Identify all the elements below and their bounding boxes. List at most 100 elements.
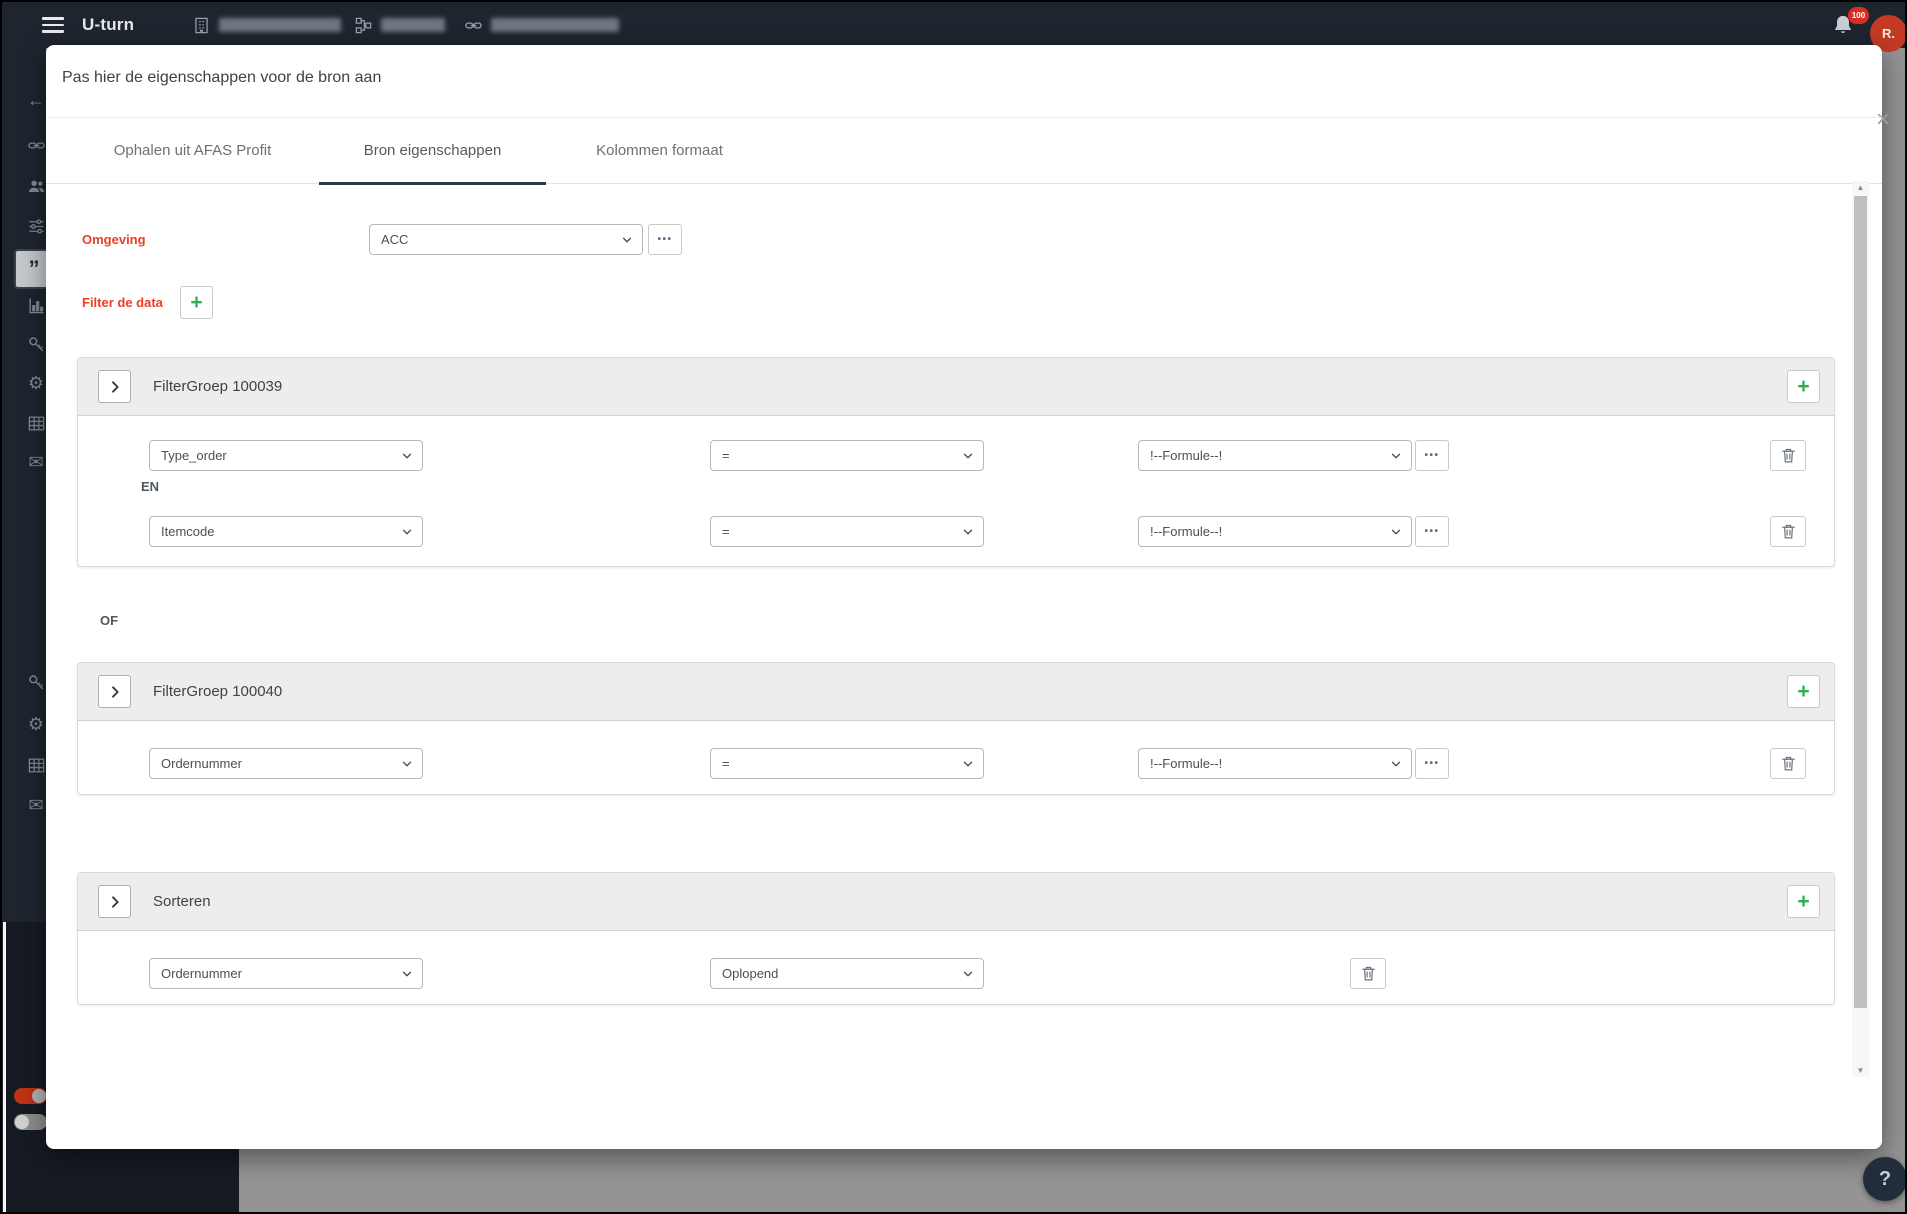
delete-sort-row-button[interactable]	[1350, 958, 1386, 989]
nav-item-link[interactable]	[464, 2, 619, 48]
hierarchy-icon	[354, 16, 373, 35]
sidebar-item-settings-2[interactable]: ⚙	[24, 712, 46, 736]
sidebar-item-quotes-selected[interactable]: ”	[14, 249, 46, 289]
field-select-value: Itemcode	[161, 524, 215, 539]
delete-row-button[interactable]	[1770, 516, 1806, 547]
chevron-right-icon	[107, 379, 123, 395]
toggle-knob	[32, 1089, 46, 1103]
sidebar-item-connections[interactable]	[24, 133, 46, 157]
redacted-text	[219, 18, 341, 32]
expand-button[interactable]	[98, 885, 131, 918]
chevron-down-icon	[1389, 757, 1403, 771]
sidebar-item-mail-2[interactable]: ✉	[24, 793, 46, 817]
omgeving-more-button[interactable]: •••	[648, 224, 682, 255]
field-select[interactable]: Ordernummer	[149, 748, 423, 779]
value-select-value: !--Formule--!	[1150, 756, 1223, 771]
nav-item-products[interactable]	[354, 2, 445, 48]
table-icon	[27, 756, 46, 775]
sort-field-select[interactable]: Ordernummer	[149, 958, 423, 989]
link-icon	[464, 16, 483, 35]
sidebar-item-back[interactable]: ←	[24, 88, 46, 112]
field-select[interactable]: Type_order	[149, 440, 423, 471]
chevron-down-icon	[1389, 525, 1403, 539]
filter-de-data-label: Filter de data	[82, 295, 163, 310]
scroll-up-icon[interactable]: ▲	[1852, 181, 1869, 194]
redacted-text	[491, 18, 619, 32]
row-more-button[interactable]: •••	[1415, 440, 1449, 471]
dialog-scrollbar[interactable]: ▲ ▼	[1852, 181, 1869, 1077]
scroll-down-icon[interactable]: ▼	[1852, 1064, 1869, 1077]
gear-icon: ⚙	[27, 713, 45, 734]
add-sort-row-button[interactable]: +	[1787, 885, 1820, 918]
chevron-down-icon	[961, 757, 975, 771]
sidebar-item-reports[interactable]	[24, 293, 46, 317]
toggle-switch-on[interactable]	[14, 1088, 47, 1104]
trash-icon	[1360, 965, 1377, 982]
add-filter-row-button[interactable]: +	[1787, 675, 1820, 708]
tab-bron-eigenschappen[interactable]: Bron eigenschappen	[319, 118, 546, 185]
sidebar-item-settings-sliders[interactable]	[24, 214, 46, 238]
nav-item-company[interactable]	[192, 2, 341, 48]
filtergroup-panel-100040: FilterGroep 100040 + Ordernummer = !--Fo…	[77, 662, 1835, 795]
envelope-icon: ✉	[28, 794, 44, 815]
people-icon	[27, 177, 46, 196]
trash-icon	[1780, 755, 1797, 772]
redacted-text	[381, 18, 445, 32]
scrollbar-thumb[interactable]	[1854, 196, 1867, 1008]
filtergroup-title: FilterGroep 100039	[153, 378, 283, 395]
gear-icon: ⚙	[27, 372, 45, 393]
sliders-icon	[27, 217, 46, 236]
chevron-down-icon	[400, 967, 414, 981]
sort-row: Ordernummer Oplopend	[78, 958, 1834, 989]
row-connector-label: EN	[141, 479, 160, 494]
menu-icon[interactable]	[42, 17, 64, 33]
chevron-right-icon	[107, 894, 123, 910]
operator-select-value: =	[722, 524, 730, 539]
field-select[interactable]: Itemcode	[149, 516, 423, 547]
sidebar-item-keys[interactable]	[24, 332, 46, 356]
operator-select[interactable]: =	[710, 440, 984, 471]
toggle-switch-off[interactable]	[14, 1114, 47, 1130]
dialog-title: Pas hier de eigenschappen voor de bron a…	[62, 69, 382, 86]
filter-row: Type_order = !--Formule--! •••	[78, 440, 1834, 471]
sort-direction-select[interactable]: Oplopend	[710, 958, 984, 989]
sort-field-select-value: Ordernummer	[161, 966, 242, 981]
tab-kolommen-formaat[interactable]: Kolommen formaat	[546, 118, 773, 184]
sidebar-item-mail[interactable]: ✉	[24, 450, 46, 474]
sidebar-item-keys-2[interactable]	[24, 670, 46, 694]
expand-button[interactable]	[98, 675, 131, 708]
chevron-down-icon	[400, 525, 414, 539]
operator-select[interactable]: =	[710, 516, 984, 547]
expand-button[interactable]	[98, 370, 131, 403]
value-select[interactable]: !--Formule--!	[1138, 516, 1412, 547]
value-select-value: !--Formule--!	[1150, 524, 1223, 539]
chevron-down-icon	[961, 967, 975, 981]
key-icon	[27, 335, 46, 354]
value-select[interactable]: !--Formule--!	[1138, 748, 1412, 779]
sidebar-item-tables[interactable]	[24, 411, 46, 435]
sort-header: Sorteren +	[78, 873, 1834, 931]
value-select[interactable]: !--Formule--!	[1138, 440, 1412, 471]
tab-ophalen-uit-afas-profit[interactable]: Ophalen uit AFAS Profit	[66, 118, 319, 184]
operator-select[interactable]: =	[710, 748, 984, 779]
delete-row-button[interactable]	[1770, 440, 1806, 471]
omgeving-label: Omgeving	[82, 232, 146, 247]
filtergroup-title: FilterGroep 100040	[153, 683, 283, 700]
help-button[interactable]: ?	[1863, 1157, 1905, 1201]
chevron-down-icon	[400, 449, 414, 463]
chevron-down-icon	[400, 757, 414, 771]
sidebar-item-tables-2[interactable]	[24, 753, 46, 777]
trash-icon	[1780, 447, 1797, 464]
add-filter-row-button[interactable]: +	[1787, 370, 1820, 403]
add-filtergroup-button[interactable]: +	[180, 286, 213, 319]
sidebar-item-users[interactable]	[24, 174, 46, 198]
row-more-button[interactable]: •••	[1415, 748, 1449, 779]
omgeving-select[interactable]: ACC	[369, 224, 643, 255]
link-icon	[27, 136, 46, 155]
delete-row-button[interactable]	[1770, 748, 1806, 779]
operator-select-value: =	[722, 448, 730, 463]
filtergroup-header: FilterGroep 100039 +	[78, 358, 1834, 416]
sidebar-item-settings[interactable]: ⚙	[24, 371, 46, 395]
row-more-button[interactable]: •••	[1415, 516, 1449, 547]
toggle-knob	[15, 1115, 29, 1129]
